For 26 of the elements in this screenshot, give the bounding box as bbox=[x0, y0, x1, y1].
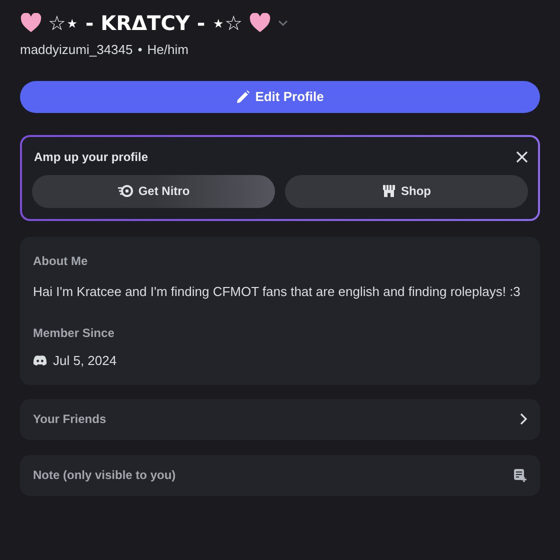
section-heading: Member Since bbox=[33, 325, 116, 342]
promo-title: Amp up your profile bbox=[34, 148, 148, 166]
display-name: ☆⋆ - KRΔTCY - ⋆☆ bbox=[48, 10, 243, 37]
chevron-down-icon[interactable] bbox=[276, 19, 289, 27]
member-since-date: Jul 5, 2024 bbox=[53, 352, 117, 370]
username: maddyizumi_34345 bbox=[20, 41, 133, 59]
friends-label: Your Friends bbox=[33, 411, 106, 428]
friends-row[interactable]: Your Friends bbox=[20, 398, 540, 440]
section-heading: About Me bbox=[33, 252, 89, 270]
edit-profile-button[interactable]: Edit Profile bbox=[20, 80, 540, 112]
about-text: Hai I'm Kratcee and I'm finding CFMOT fans that are english and finding roleplays! :3 bbox=[33, 282, 522, 301]
chevron-right-icon bbox=[519, 413, 527, 425]
shop-icon bbox=[382, 184, 396, 198]
heart-icon bbox=[20, 13, 42, 33]
note-row[interactable]: Note (only visible to you) bbox=[20, 454, 540, 496]
note-add-icon[interactable] bbox=[513, 468, 527, 482]
discord-icon bbox=[33, 355, 47, 366]
heart-icon bbox=[248, 13, 271, 33]
separator: • bbox=[138, 41, 142, 59]
nitro-icon bbox=[117, 185, 134, 197]
note-label: Note (only visible to you) bbox=[33, 467, 176, 484]
pencil-icon bbox=[236, 90, 250, 104]
get-nitro-button[interactable]: Get Nitro bbox=[32, 174, 275, 208]
shop-button[interactable]: Shop bbox=[285, 174, 528, 208]
pronouns: He/him bbox=[147, 41, 188, 59]
close-icon[interactable] bbox=[516, 150, 528, 162]
